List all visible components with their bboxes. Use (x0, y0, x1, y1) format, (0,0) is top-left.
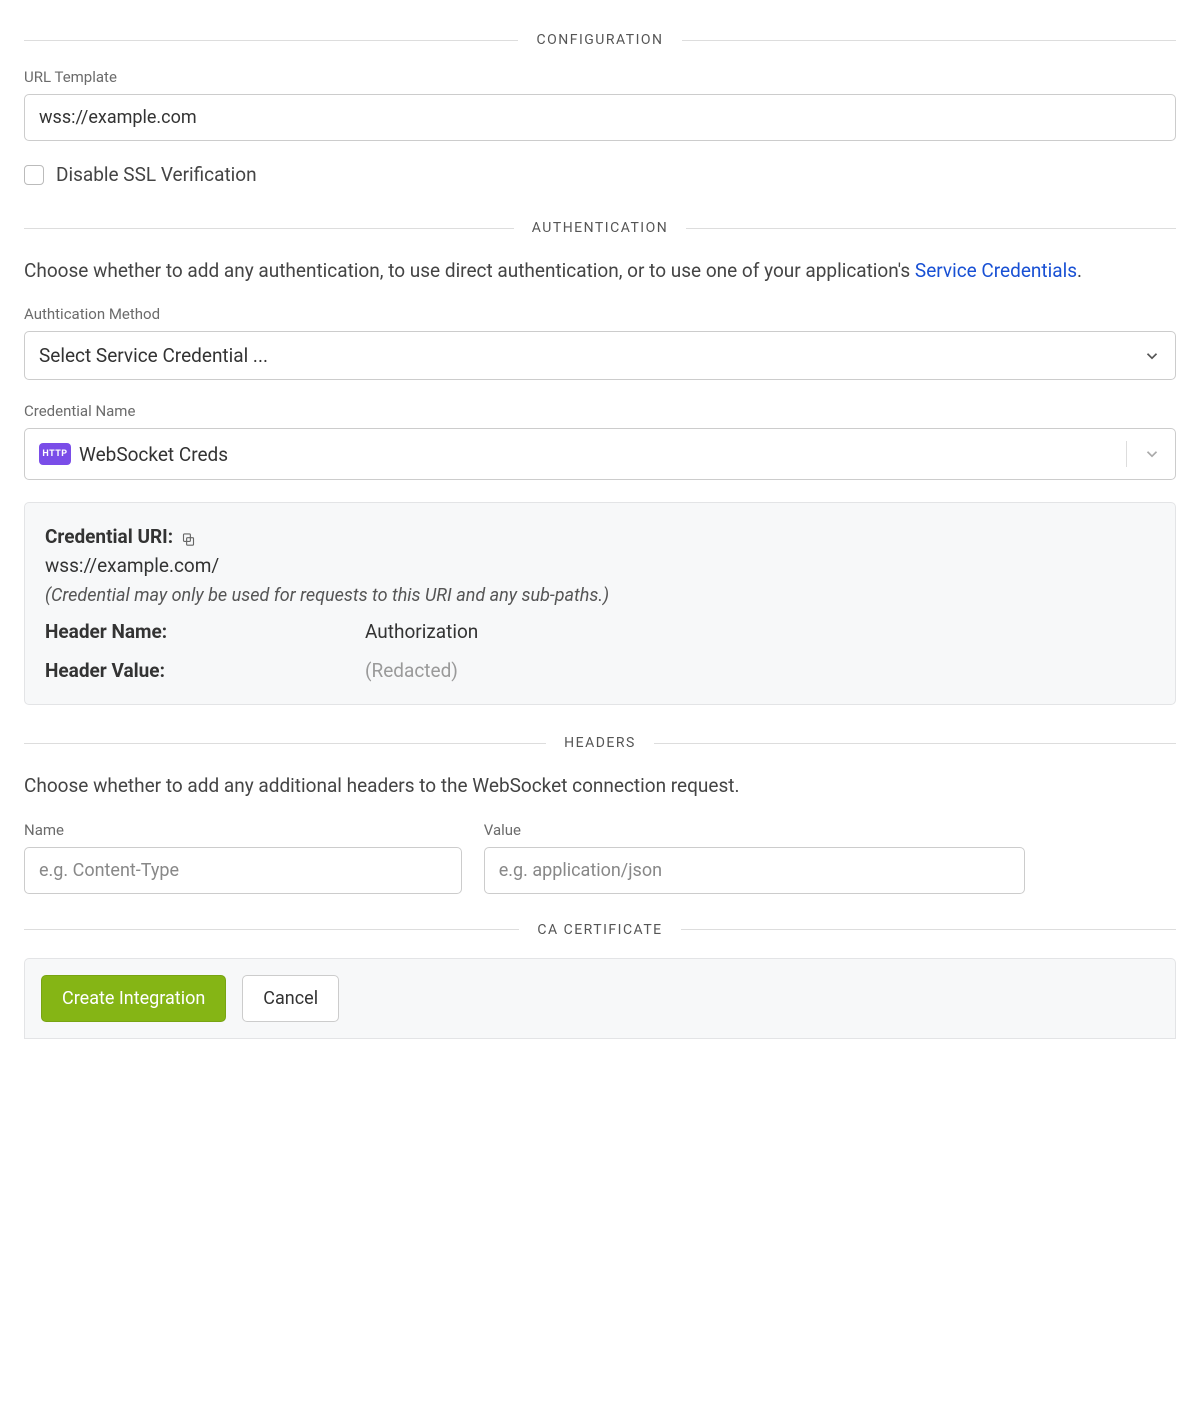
chevron-down-icon (1143, 445, 1161, 463)
section-title: CONFIGURATION (518, 32, 681, 48)
credential-name-label: Credential Name (24, 402, 1176, 420)
url-template-label: URL Template (24, 68, 1176, 86)
disable-ssl-label: Disable SSL Verification (56, 163, 257, 186)
headers-description: Choose whether to add any additional hea… (24, 771, 1176, 800)
chevron-down-icon (1143, 347, 1161, 365)
credential-uri-value: wss://example.com/ (45, 554, 1155, 577)
section-title: HEADERS (546, 735, 654, 751)
section-divider-authentication: AUTHENTICATION (24, 220, 1176, 236)
url-template-field: URL Template (24, 68, 1176, 141)
header-name-label: Header Name: (45, 620, 365, 643)
section-divider-ca-certificate: CA CERTIFICATE (24, 922, 1176, 938)
section-title: CA CERTIFICATE (519, 922, 680, 938)
auth-description-suffix: . (1077, 259, 1082, 282)
header-name-value: Authorization (365, 620, 1155, 643)
footer-bar: Create Integration Cancel (24, 958, 1176, 1039)
header-value-input-label: Value (484, 821, 1025, 839)
http-badge-icon: HTTP (39, 443, 71, 465)
cancel-button[interactable]: Cancel (242, 975, 339, 1022)
auth-description-prefix: Choose whether to add any authentication… (24, 259, 915, 282)
credential-info-panel: Credential URI: wss://example.com/ (Cred… (24, 502, 1176, 705)
auth-method-value: Select Service Credential ... (39, 344, 268, 367)
credential-uri-note: (Credential may only be used for request… (45, 585, 1155, 606)
copy-icon[interactable] (181, 529, 196, 544)
credential-uri-label: Credential URI: (45, 525, 196, 548)
url-template-input[interactable] (24, 94, 1176, 141)
header-value-value: (Redacted) (365, 659, 1155, 682)
auth-method-select[interactable]: Select Service Credential ... (24, 331, 1176, 380)
create-integration-button[interactable]: Create Integration (41, 975, 226, 1022)
header-name-input-label: Name (24, 821, 462, 839)
section-divider-headers: HEADERS (24, 735, 1176, 751)
disable-ssl-checkbox[interactable] (24, 165, 44, 185)
auth-method-label: Authtication Method (24, 305, 1176, 323)
auth-description: Choose whether to add any authentication… (24, 256, 1176, 285)
disable-ssl-row: Disable SSL Verification (24, 163, 1176, 186)
credential-name-field: Credential Name HTTP WebSocket Creds (24, 402, 1176, 480)
header-name-input[interactable] (24, 847, 462, 894)
service-credentials-link[interactable]: Service Credentials (915, 259, 1077, 282)
header-value-input[interactable] (484, 847, 1025, 894)
credential-name-value: WebSocket Creds (79, 443, 228, 466)
header-value-label: Header Value: (45, 659, 365, 682)
headers-row: Name Value (24, 821, 1176, 894)
auth-method-field: Authtication Method Select Service Crede… (24, 305, 1176, 380)
section-title: AUTHENTICATION (514, 220, 687, 236)
section-divider-configuration: CONFIGURATION (24, 32, 1176, 48)
credential-name-select[interactable]: HTTP WebSocket Creds (24, 428, 1176, 480)
